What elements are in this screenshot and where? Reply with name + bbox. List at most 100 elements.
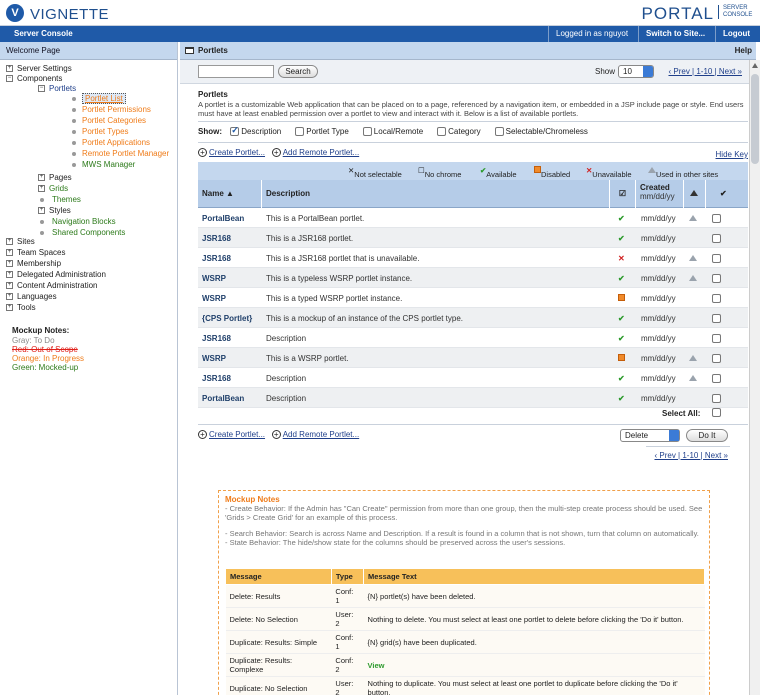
show-option-checkbox[interactable] xyxy=(362,127,372,137)
scroll-thumb[interactable] xyxy=(751,74,759,164)
add-remote-portlet-link[interactable]: Add Remote Portlet... xyxy=(283,430,359,439)
table-row[interactable]: WSRP This is a typeless WSRP portlet inst… xyxy=(198,268,748,288)
pager-bottom[interactable]: ‹ Prev | 1-10 | Next » xyxy=(654,451,728,460)
expand-icon[interactable]: + xyxy=(6,271,13,279)
table-row[interactable]: WSRP This is a WSRP portlet. mm/dd/yy xyxy=(198,348,748,368)
tree-portlet-child[interactable]: Remote Portlet Manager xyxy=(72,149,169,158)
tree-component-child[interactable]: Navigation Blocks xyxy=(38,217,116,226)
page-size-select[interactable]: 10 xyxy=(618,65,654,78)
do-it-button[interactable]: Do It xyxy=(686,429,728,442)
row-select-checkbox[interactable] xyxy=(712,254,721,264)
show-option-checkbox[interactable] xyxy=(437,127,447,137)
tree-portlet-child[interactable]: MWS Manager xyxy=(72,160,135,169)
portlet-name-link[interactable]: JSR168 xyxy=(202,234,231,243)
used-in-other-sites-icon xyxy=(689,214,697,223)
portlet-name-link[interactable]: JSR168 xyxy=(202,374,231,383)
tree-portlet-child[interactable]: Portlet Types xyxy=(72,127,129,136)
portlet-name-link[interactable]: JSR168 xyxy=(202,334,231,343)
row-select-checkbox[interactable] xyxy=(712,214,721,224)
expand-icon[interactable]: + xyxy=(6,293,13,301)
scroll-up-icon[interactable] xyxy=(752,63,758,68)
tree-portlet-child[interactable]: Portlet Categories xyxy=(72,116,146,125)
disabled-icon xyxy=(618,354,625,363)
welcome-page-link[interactable]: Welcome Page xyxy=(0,42,177,60)
tree-component-child[interactable]: + Styles xyxy=(38,206,71,215)
select-all-checkbox[interactable] xyxy=(712,408,721,417)
expand-icon[interactable]: + xyxy=(6,249,13,257)
show-option-checkbox[interactable] xyxy=(230,125,240,137)
table-row[interactable]: WSRP This is a typed WSRP portlet instanc… xyxy=(198,288,748,308)
portlet-name-link[interactable]: {CPS Portlet} xyxy=(202,314,252,323)
search-input[interactable] xyxy=(198,65,274,78)
portlet-name-link[interactable]: WSRP xyxy=(202,294,226,303)
create-portlet-link[interactable]: Create Portlet... xyxy=(209,430,265,439)
row-select-checkbox[interactable] xyxy=(712,394,721,404)
show-option-checkbox[interactable] xyxy=(494,127,504,137)
add-remote-portlet-link[interactable]: Add Remote Portlet... xyxy=(283,148,359,157)
message-text: View xyxy=(363,653,705,677)
tree-server-settings[interactable]: + Server Settings xyxy=(6,64,72,73)
table-row[interactable]: PortalBean Description ✔ mm/dd/yy xyxy=(198,388,748,408)
hide-key-link[interactable]: Hide Key xyxy=(716,150,748,159)
help-link[interactable]: Help xyxy=(735,46,752,55)
portlet-name-link[interactable]: JSR168 xyxy=(202,254,231,263)
table-row[interactable]: JSR168 Description ✔ mm/dd/yy xyxy=(198,368,748,388)
tree-components[interactable]: − Components xyxy=(6,74,62,83)
tree-top-item[interactable]: + Languages xyxy=(6,292,57,301)
col-description-header[interactable]: Description xyxy=(262,180,610,208)
tree-portlets[interactable]: − Portlets xyxy=(38,84,76,93)
key-unavailable: ✕ Unavailable xyxy=(586,166,632,179)
table-row[interactable]: JSR168 Description ✔ mm/dd/yy xyxy=(198,328,748,348)
vertical-scrollbar[interactable] xyxy=(749,60,760,695)
col-created-header[interactable]: Created mm/dd/yy xyxy=(636,180,684,208)
tree-top-item[interactable]: + Tools xyxy=(6,303,36,312)
table-header: Name ▲ Description ☑ Created mm/dd/yy ✔ xyxy=(198,180,748,208)
row-select-checkbox[interactable] xyxy=(712,374,721,384)
tree-top-item[interactable]: + Membership xyxy=(6,259,61,268)
row-select-checkbox[interactable] xyxy=(712,334,721,344)
show-option-checkbox[interactable] xyxy=(295,127,305,137)
expand-icon[interactable]: + xyxy=(6,65,13,73)
portlet-name-link[interactable]: WSRP xyxy=(202,274,226,283)
tree-component-child[interactable]: + Pages xyxy=(38,173,72,182)
tree-top-item[interactable]: + Sites xyxy=(6,237,35,246)
expand-icon[interactable]: + xyxy=(6,238,13,246)
tree-top-item[interactable]: + Delegated Administration xyxy=(6,270,106,279)
collapse-icon[interactable]: − xyxy=(38,85,45,93)
row-select-checkbox[interactable] xyxy=(712,294,721,304)
col-status-header[interactable]: ☑ xyxy=(610,180,636,208)
table-row[interactable]: JSR168 This is a JSR168 portlet that is u… xyxy=(198,248,748,268)
portlet-name-link[interactable]: PortalBean xyxy=(202,394,244,403)
tree-top-item[interactable]: + Content Administration xyxy=(6,281,98,290)
pager-top[interactable]: ‹ Prev | 1-10 | Next » xyxy=(668,67,742,76)
table-row[interactable]: {CPS Portlet} This is a mockup of an inst… xyxy=(198,308,748,328)
action-select[interactable]: Delete xyxy=(620,429,680,442)
switch-site-link[interactable]: Switch to Site... xyxy=(646,29,705,38)
logout-link[interactable]: Logout xyxy=(723,29,750,38)
col-shared-header[interactable] xyxy=(684,180,706,208)
row-select-checkbox[interactable] xyxy=(712,234,721,244)
tree-top-item[interactable]: + Team Spaces xyxy=(6,248,65,257)
table-row[interactable]: JSR168 This is a JSR168 portlet. ✔ mm/dd/yy xyxy=(198,228,748,248)
portlet-name-link[interactable]: WSRP xyxy=(202,354,226,363)
tree-portlet-child[interactable]: Portlet Applications xyxy=(72,138,150,147)
row-select-checkbox[interactable] xyxy=(712,354,721,364)
row-select-checkbox[interactable] xyxy=(712,274,721,284)
row-select-checkbox[interactable] xyxy=(712,314,721,324)
brand-name: VIGNETTE xyxy=(30,6,110,23)
expand-icon[interactable]: + xyxy=(6,260,13,268)
tree-component-child[interactable]: Themes xyxy=(38,195,81,204)
portlet-name-link[interactable]: PortalBean xyxy=(202,214,244,223)
col-name-header[interactable]: Name ▲ xyxy=(198,180,262,208)
tree-component-child[interactable]: + Grids xyxy=(38,184,68,193)
tree-component-child[interactable]: Shared Components xyxy=(38,228,125,237)
collapse-icon[interactable]: − xyxy=(6,75,13,83)
table-row[interactable]: PortalBean This is a PortalBean portlet. ✔… xyxy=(198,208,748,228)
expand-icon[interactable]: + xyxy=(6,304,13,312)
tree-portlet-child[interactable]: Portlet List xyxy=(72,93,126,104)
create-portlet-link[interactable]: Create Portlet... xyxy=(209,148,265,157)
mockup-notes-title: Mockup Notes: xyxy=(12,326,70,335)
search-button[interactable]: Search xyxy=(278,65,318,78)
expand-icon[interactable]: + xyxy=(6,282,13,290)
tree-portlet-child[interactable]: Portlet Permissions xyxy=(72,105,151,114)
